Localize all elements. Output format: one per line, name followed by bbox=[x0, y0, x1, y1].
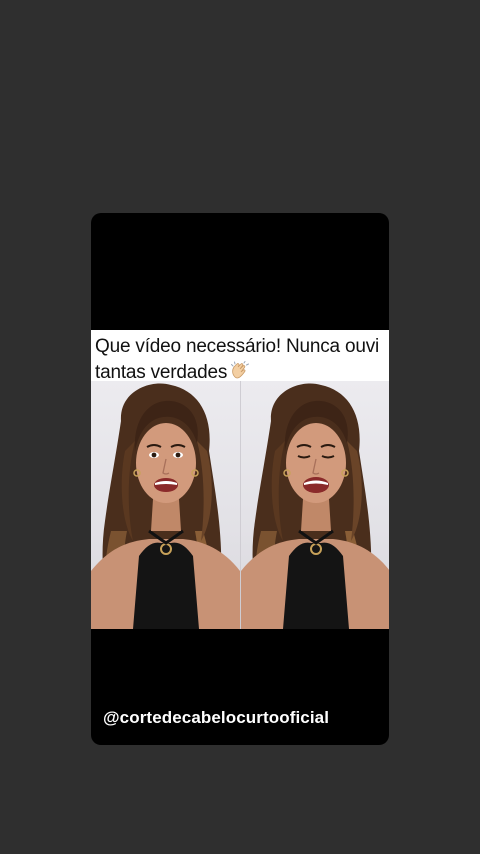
story-card[interactable]: Que vídeo necessário! Nunca ouvi tantas … bbox=[91, 213, 389, 745]
clapping-hands-icon bbox=[230, 361, 250, 381]
video-area[interactable] bbox=[91, 381, 389, 629]
caption-text: Que vídeo necessário! Nunca ouvi tantas … bbox=[95, 334, 385, 386]
mention-sticker[interactable]: @cortedecabelocurtooficial bbox=[103, 708, 329, 728]
story-viewer: Que vídeo necessário! Nunca ouvi tantas … bbox=[0, 0, 480, 854]
woman-speaking-illustration bbox=[241, 383, 389, 629]
video-frame-left bbox=[91, 381, 240, 629]
video-frame-right bbox=[240, 381, 389, 629]
woman-speaking-illustration bbox=[91, 383, 240, 629]
